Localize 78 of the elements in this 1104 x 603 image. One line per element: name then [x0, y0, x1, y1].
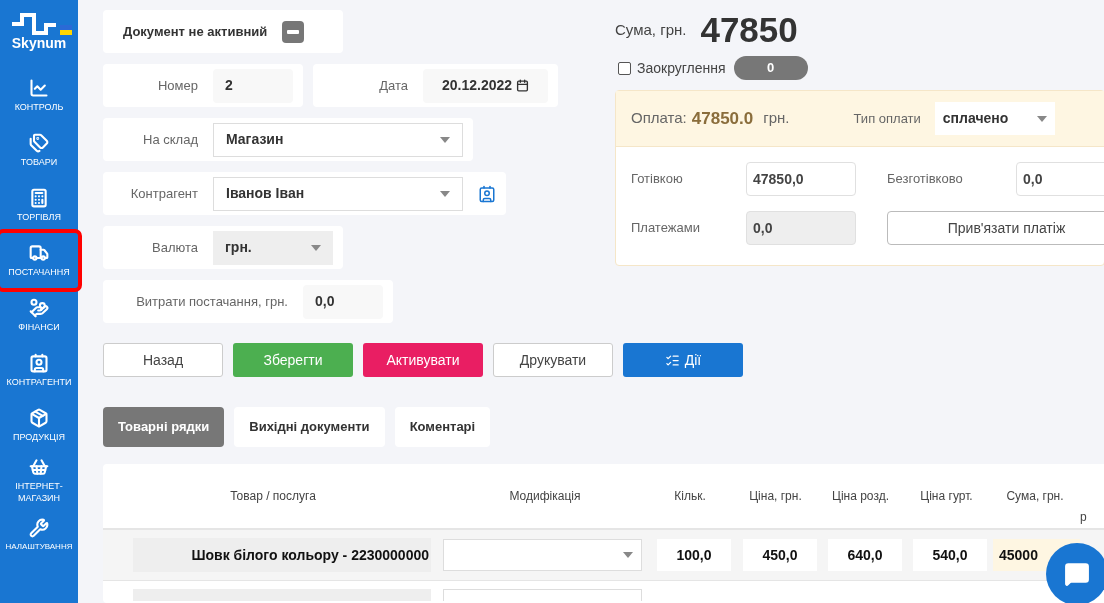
select-field[interactable]: грн. — [213, 230, 333, 265]
truck-icon — [29, 243, 49, 263]
column-header: Сума, грн. — [1006, 488, 1064, 505]
column-header: Ціна гурт. — [920, 488, 973, 505]
checkbox[interactable] — [618, 61, 631, 75]
payment-amount: 47850.0 — [691, 107, 754, 130]
link-payment-button[interactable]: Прив'язати платіж — [887, 211, 1104, 245]
action-button[interactable]: Назад — [103, 343, 223, 377]
payment-type-select[interactable]: сплачено — [934, 102, 1055, 135]
number-cell[interactable]: 100,0 — [657, 539, 731, 571]
sidebar-item[interactable]: КОНТРОЛЬ — [0, 68, 78, 123]
sidebar-item[interactable]: ІНТЕРНЕТ-МАГАЗИН — [0, 453, 78, 508]
chart-icon — [29, 78, 49, 98]
date-field[interactable]: 20.12.2022 — [423, 68, 548, 103]
sidebar-item[interactable]: ФІНАНСИ — [0, 288, 78, 343]
logo-text: Skynum — [11, 36, 67, 50]
checkbox-label: Заокруглення — [637, 58, 726, 78]
field-label: Витрати постачання, грн. — [135, 292, 288, 311]
field-label: Валюта — [151, 238, 198, 257]
action-button[interactable]: Дії — [623, 343, 743, 377]
payment-label: Оплата: — [631, 108, 687, 129]
input-field[interactable]: 0,0 — [1016, 162, 1104, 196]
payment-currency: грн. — [763, 108, 790, 129]
caret-icon — [440, 136, 450, 143]
column-header: Ціна розд. — [832, 488, 889, 505]
product-cell: Шовк білого кольору - 2230000000 — [133, 538, 431, 572]
column-header: Товар / послуга — [230, 488, 316, 505]
number-cell[interactable]: 540,0 — [913, 539, 987, 571]
caret-icon — [1036, 115, 1047, 122]
caret-icon — [440, 190, 450, 197]
box-icon — [29, 408, 49, 428]
action-button[interactable]: Активувати — [363, 343, 483, 377]
tab[interactable]: Товарні рядки — [103, 407, 225, 447]
contact-card-icon[interactable] — [478, 184, 496, 203]
input-field[interactable]: 0,0 — [303, 284, 383, 319]
input-field[interactable]: 47850,0 — [746, 162, 856, 196]
sidebar-item[interactable]: ПРОДУКЦІЯ — [0, 398, 78, 453]
sidebar-item[interactable]: ТОВАРИ — [0, 123, 78, 178]
tags-icon — [29, 133, 49, 153]
field-label: Платежами — [631, 219, 701, 238]
column-header: Ціна, грн. — [749, 488, 802, 505]
column-header: Модифікація — [509, 488, 581, 505]
status-label: Документ не активний — [123, 22, 268, 41]
number-cell[interactable]: 450,0 — [743, 539, 817, 571]
chat-icon — [1064, 561, 1090, 587]
column-header: Кільк. — [674, 488, 706, 505]
list-check-icon — [664, 352, 680, 368]
contact-card-icon — [29, 353, 49, 373]
field-label: Контрагент — [129, 184, 198, 203]
sidebar-item[interactable]: КОНТРАГЕНТИ — [0, 343, 78, 398]
tab[interactable]: Коментарі — [394, 407, 491, 447]
field-label: На склад — [142, 130, 198, 149]
select-field[interactable]: Магазин — [213, 122, 463, 157]
total-label: Сума, грн. — [615, 19, 687, 40]
action-button[interactable]: Друкувати — [493, 343, 613, 377]
select-field[interactable]: Іванов Іван — [213, 176, 463, 211]
column-header: р — [1080, 509, 1087, 526]
tools-icon — [29, 518, 49, 538]
sidebar-item[interactable]: ТОРГІВЛЯ — [0, 178, 78, 233]
field-label: Готівкою — [631, 170, 684, 189]
total-value: 47850 — [700, 8, 798, 51]
calendar-icon — [516, 79, 530, 92]
caret-icon — [311, 244, 321, 251]
sidebar-item[interactable]: ПОСТАЧАННЯ — [0, 233, 78, 288]
status-toggle[interactable] — [282, 20, 305, 43]
hand-coin-icon — [29, 298, 49, 318]
tab[interactable]: Вихідні документи — [234, 407, 385, 447]
caret-icon — [623, 552, 633, 558]
field-label: Номер — [157, 76, 198, 95]
minus-icon — [287, 29, 300, 34]
rounding-value: 0 — [733, 56, 808, 80]
payment-type-label: Тип оплати — [853, 109, 921, 128]
input-field[interactable]: 2 — [213, 68, 293, 103]
number-cell[interactable]: 640,0 — [828, 539, 902, 571]
field-label: Дата — [378, 76, 408, 95]
sidebar-item[interactable]: НАЛАШТУВАННЯ — [0, 508, 78, 563]
field-label: Безготівково — [887, 170, 964, 189]
basket-icon — [29, 457, 49, 477]
